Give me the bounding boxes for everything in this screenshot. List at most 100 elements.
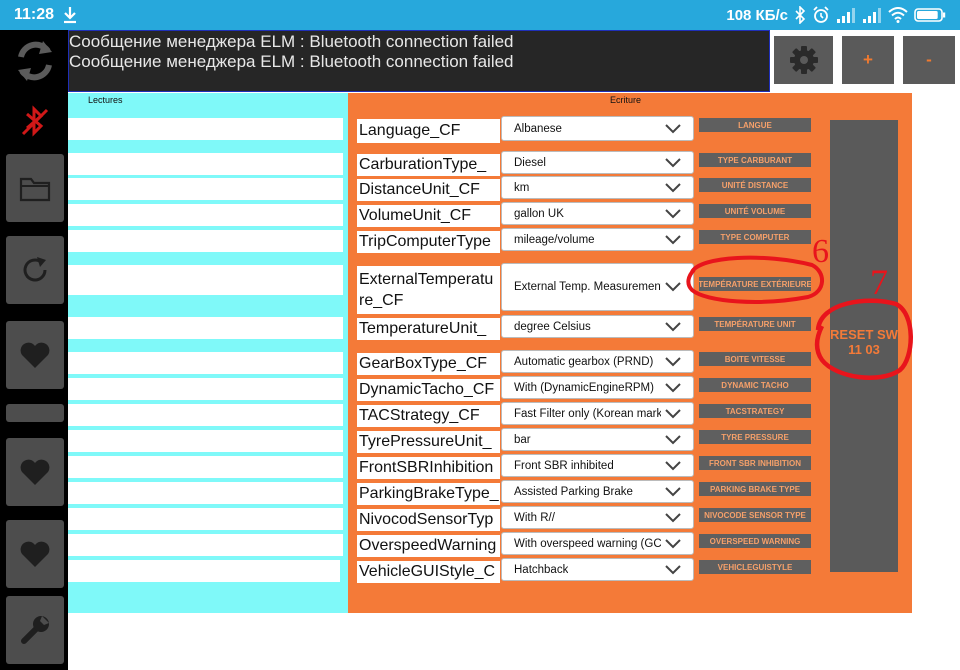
wifi-icon (888, 7, 908, 23)
sidebar-divider-button[interactable] (6, 404, 64, 422)
param-write-button[interactable]: UNITÉ VOLUME (699, 204, 811, 218)
param-select[interactable]: Albanese (501, 116, 694, 141)
read-value-box (68, 352, 343, 374)
refresh-button[interactable] (6, 236, 64, 304)
network-speed: 108 КБ/с (726, 6, 788, 24)
reset-sw-button[interactable]: RESET SW 11 03 (830, 120, 898, 572)
param-name: ParkingBrakeType_ (357, 483, 500, 505)
open-file-button[interactable] (6, 154, 64, 222)
chevron-down-icon (665, 123, 681, 133)
read-value-box (68, 560, 340, 582)
param-select[interactable]: bar (501, 428, 694, 451)
param-select-value: mileage/volume (514, 233, 595, 246)
param-select-value: Automatic gearbox (PRND) (514, 355, 654, 368)
param-write-button[interactable]: TEMPÉRATURE EXTÉRIEURE (699, 277, 811, 291)
favorite-button-1[interactable] (6, 321, 64, 389)
read-value-box (68, 456, 343, 478)
alarm-icon (813, 6, 829, 23)
param-select-value: km (514, 181, 530, 194)
param-name: DynamicTacho_CF (357, 379, 500, 401)
param-write-button[interactable]: TYRE PRESSURE (699, 430, 811, 444)
param-write-button[interactable]: OVERSPEED WARNING (699, 534, 811, 548)
param-select-value: Assisted Parking Brake (514, 485, 633, 498)
param-select[interactable]: Hatchback (501, 558, 694, 581)
param-name: TACStrategy_CF (357, 405, 500, 427)
chevron-down-icon (665, 486, 681, 496)
param-select-value: With overspeed warning (GCC... (514, 537, 661, 550)
param-write-button[interactable]: VEHICLEGUISTYLE (699, 560, 811, 574)
folder-icon (19, 177, 51, 202)
param-write-button[interactable]: FRONT SBR INHIBITION (699, 456, 811, 470)
favorite-button-2[interactable] (6, 438, 64, 506)
param-select[interactable]: With R// (501, 506, 694, 529)
lectures-panel: Lectures (68, 93, 348, 613)
settings-button[interactable] (774, 36, 833, 84)
param-select[interactable]: Automatic gearbox (PRND) (501, 350, 694, 373)
read-value-box (68, 204, 343, 226)
param-select[interactable]: degree Celsius (501, 315, 694, 338)
message-line: Сообщение менеджера ELM : Bluetooth conn… (69, 52, 514, 71)
param-select[interactable]: External Temp. Measurement a... (501, 263, 694, 311)
sync-icon (18, 41, 52, 81)
signal-icon-2 (863, 8, 881, 23)
param-write-button[interactable]: BOITE VITESSE (699, 352, 811, 366)
param-select[interactable]: mileage/volume (501, 228, 694, 251)
param-select[interactable]: With overspeed warning (GCC... (501, 532, 694, 555)
param-select[interactable]: Front SBR inhibited (501, 454, 694, 477)
reset-sw-label: RESET SW 11 03 (830, 327, 898, 357)
left-sidebar (0, 30, 68, 670)
refresh-icon (23, 257, 47, 282)
param-write-button[interactable]: DYNAMIC TACHO (699, 378, 811, 392)
param-write-button[interactable]: TEMPÉRATURE UNIT (699, 317, 811, 331)
param-select[interactable]: gallon UK (501, 202, 694, 225)
param-select-value: degree Celsius (514, 320, 591, 333)
param-name: NivocodSensorTyp (357, 509, 500, 531)
ecriture-title: Ecriture (610, 95, 642, 105)
param-select-value: With R// (514, 511, 555, 524)
heart-icon (20, 541, 50, 567)
bluetooth-off-icon (21, 105, 49, 137)
param-select[interactable]: With (DynamicEngineRPM) (501, 376, 694, 399)
read-value-box (68, 430, 343, 452)
param-name: ExternalTemperature_CF (357, 266, 500, 314)
status-indicators: 108 КБ/с (726, 5, 946, 25)
param-select[interactable]: Fast Filter only (Korean market) (501, 402, 694, 425)
param-select-value: gallon UK (514, 207, 564, 220)
plus-button[interactable]: + (842, 36, 894, 84)
chevron-down-icon (665, 408, 681, 418)
settings-tools-button[interactable] (6, 596, 64, 664)
param-select-value: External Temp. Measurement a... (514, 281, 661, 293)
minus-button[interactable]: - (903, 36, 955, 84)
read-value-box (68, 153, 343, 175)
param-write-button[interactable]: TACSTRATEGY (699, 404, 811, 418)
read-value-box (68, 482, 343, 504)
param-name: TemperatureUnit_ (357, 318, 500, 340)
param-select[interactable]: Diesel (501, 151, 694, 174)
read-value-box (68, 534, 343, 556)
param-write-button[interactable]: TYPE CARBURANT (699, 153, 811, 167)
param-write-button[interactable]: NIVOCODE SENSOR TYPE (699, 508, 811, 522)
sync-button[interactable] (6, 30, 64, 92)
param-write-button[interactable]: LANGUE (699, 118, 811, 132)
param-select[interactable]: km (501, 176, 694, 199)
favorite-button-3[interactable] (6, 520, 64, 588)
message-line: Сообщение менеджера ELM : Bluetooth conn… (69, 32, 514, 51)
param-write-button[interactable]: PARKING BRAKE TYPE (699, 482, 811, 496)
param-name: VolumeUnit_CF (357, 205, 500, 227)
chevron-down-icon (665, 460, 681, 470)
param-name: VehicleGUIStyle_C (357, 561, 500, 583)
param-select[interactable]: Assisted Parking Brake (501, 480, 694, 503)
param-select-value: Front SBR inhibited (514, 459, 614, 472)
param-select-value: Hatchback (514, 563, 569, 576)
battery-icon (914, 8, 946, 22)
param-select-value: bar (514, 433, 531, 446)
param-write-button[interactable]: TYPE COMPUTER (699, 230, 811, 244)
download-icon (64, 7, 76, 24)
param-select-value: Diesel (514, 156, 546, 169)
read-value-box (68, 404, 343, 426)
signal-icon-1 (837, 8, 855, 23)
reset-line-1: RESET SW (830, 327, 898, 342)
param-write-button[interactable]: UNITÉ DISTANCE (699, 178, 811, 192)
param-name: CarburationType_ (357, 154, 500, 176)
chevron-down-icon (665, 182, 681, 192)
